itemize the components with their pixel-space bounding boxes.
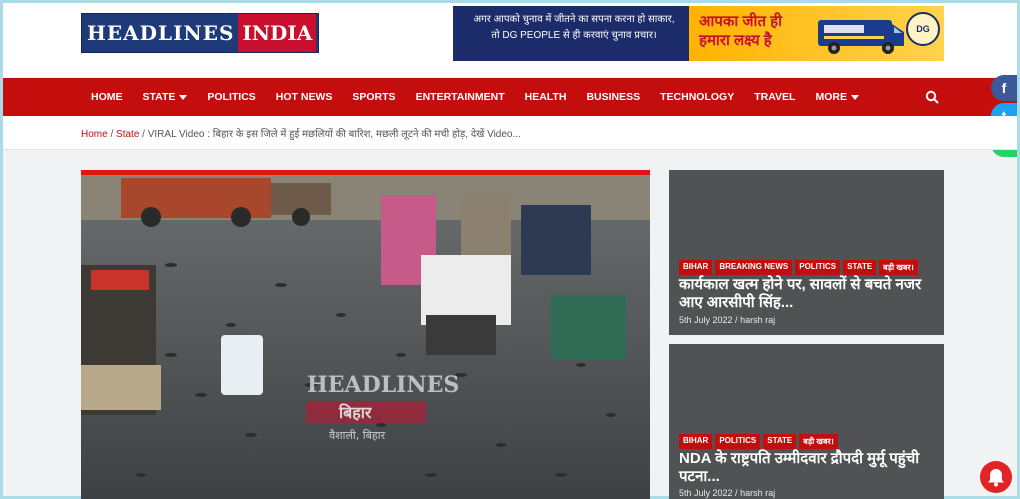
breadcrumb-separator: /: [107, 129, 117, 140]
nav-item-travel[interactable]: TRAVEL: [744, 78, 805, 116]
bell-icon: [988, 469, 1004, 487]
broadcast-icon: [250, 16, 262, 25]
nav-item-technology[interactable]: TECHNOLOGY: [650, 78, 744, 116]
breadcrumb-bar: Home / State / VIRAL Video : बिहार के इस…: [3, 116, 1017, 150]
ad-line-1: अगर आपको चुनाव में जीतने का सपना करना हो…: [473, 14, 675, 25]
breadcrumb-home[interactable]: Home: [81, 129, 108, 140]
site-header: HEADLINES INDIA अगर आपको चुनाव में जीतने…: [3, 3, 1017, 77]
card-tags: BIHAR POLITICS STATE बड़ी खबर।: [679, 434, 841, 449]
tag-state[interactable]: STATE: [763, 434, 797, 449]
featured-image[interactable]: HEADLINES बिहार वैशाली, बिहार: [81, 170, 650, 499]
header-ad-banner[interactable]: अगर आपको चुनाव में जीतने का सपना करना हो…: [453, 6, 944, 61]
tag-badi-khabar[interactable]: बड़ी खबर।: [879, 260, 918, 275]
fish-road-photo: HEADLINES बिहार वैशाली, बिहार: [81, 175, 650, 499]
watermark-caption: वैशाली, बिहार: [329, 429, 386, 442]
card-meta: 5th July 2022 / harsh raj: [679, 488, 776, 498]
van-image: [818, 20, 904, 54]
site-logo[interactable]: HEADLINES INDIA: [81, 13, 319, 53]
nav-item-state[interactable]: STATE: [133, 78, 198, 116]
nav-item-entertainment[interactable]: ENTERTAINMENT: [406, 78, 515, 116]
nav-item-home[interactable]: HOME: [81, 78, 133, 116]
tag-bihar[interactable]: BIHAR: [679, 434, 713, 449]
card-author[interactable]: harsh raj: [740, 315, 775, 325]
notification-bell-button[interactable]: [980, 461, 1012, 493]
ad-slogan: आपका जीत ही हमारा लक्ष्य है: [699, 13, 783, 49]
ad-visual: आपका जीत ही हमारा लक्ष्य है DG: [689, 6, 944, 61]
news-card[interactable]: BIHAR POLITICS STATE बड़ी खबर। NDA के रा…: [669, 344, 944, 499]
breadcrumb-current: VIRAL Video : बिहार के इस जिले में हुई म…: [147, 129, 521, 140]
card-title[interactable]: कार्यकाल खत्म होने पर, सावलों से बचते नज…: [679, 276, 937, 312]
nav-item-politics[interactable]: POLITICS: [197, 78, 265, 116]
tag-politics[interactable]: POLITICS: [715, 434, 761, 449]
search-icon[interactable]: [925, 90, 939, 104]
news-card[interactable]: BIHAR BREAKING NEWS POLITICS STATE बड़ी …: [669, 170, 944, 335]
chevron-down-icon: [179, 94, 188, 100]
tag-breaking-news[interactable]: BREAKING NEWS: [715, 260, 793, 275]
nav-item-hot-news[interactable]: HOT NEWS: [266, 78, 343, 116]
breadcrumb-separator: /: [139, 129, 148, 140]
card-date: 5th July 2022: [679, 488, 733, 498]
nav-item-state-label: STATE: [142, 91, 176, 103]
chevron-down-icon: [850, 94, 859, 100]
tag-badi-khabar[interactable]: बड़ी खबर।: [799, 434, 838, 449]
nav-item-health[interactable]: HEALTH: [515, 78, 577, 116]
tag-state[interactable]: STATE: [843, 260, 877, 275]
nav-item-more-label: MORE: [815, 91, 847, 103]
nav-item-business[interactable]: BUSINESS: [576, 78, 650, 116]
card-tags: BIHAR BREAKING NEWS POLITICS STATE बड़ी …: [679, 260, 921, 275]
breadcrumb-state[interactable]: State: [116, 129, 139, 140]
watermark-bihar: बिहार: [338, 403, 373, 422]
tag-bihar[interactable]: BIHAR: [679, 260, 713, 275]
card-meta: 5th July 2022 / harsh raj: [679, 315, 776, 325]
card-title[interactable]: NDA के राष्ट्रपति उम्मीदवार द्रौपदी मुर्…: [679, 450, 937, 486]
ad-line-2: तो DG PEOPLE से ही करवाएं चुनाव प्रचार।: [491, 30, 657, 41]
logo-text-headlines: HEADLINES: [87, 21, 235, 45]
nav-item-more[interactable]: MORE: [805, 78, 869, 116]
tag-politics[interactable]: POLITICS: [795, 260, 841, 275]
ad-badge: DG: [906, 12, 940, 46]
nav-item-sports[interactable]: SPORTS: [342, 78, 405, 116]
breadcrumb: Home / State / VIRAL Video : बिहार के इस…: [81, 126, 521, 140]
facebook-icon[interactable]: f: [991, 75, 1017, 101]
watermark-headlines: HEADLINES: [307, 372, 459, 398]
card-author[interactable]: harsh raj: [740, 488, 775, 498]
card-date: 5th July 2022: [679, 315, 733, 325]
ad-text-block: अगर आपको चुनाव में जीतने का सपना करना हो…: [453, 6, 689, 61]
main-navigation: HOME STATE POLITICS HOT NEWS SPORTS ENTE…: [3, 78, 1017, 116]
